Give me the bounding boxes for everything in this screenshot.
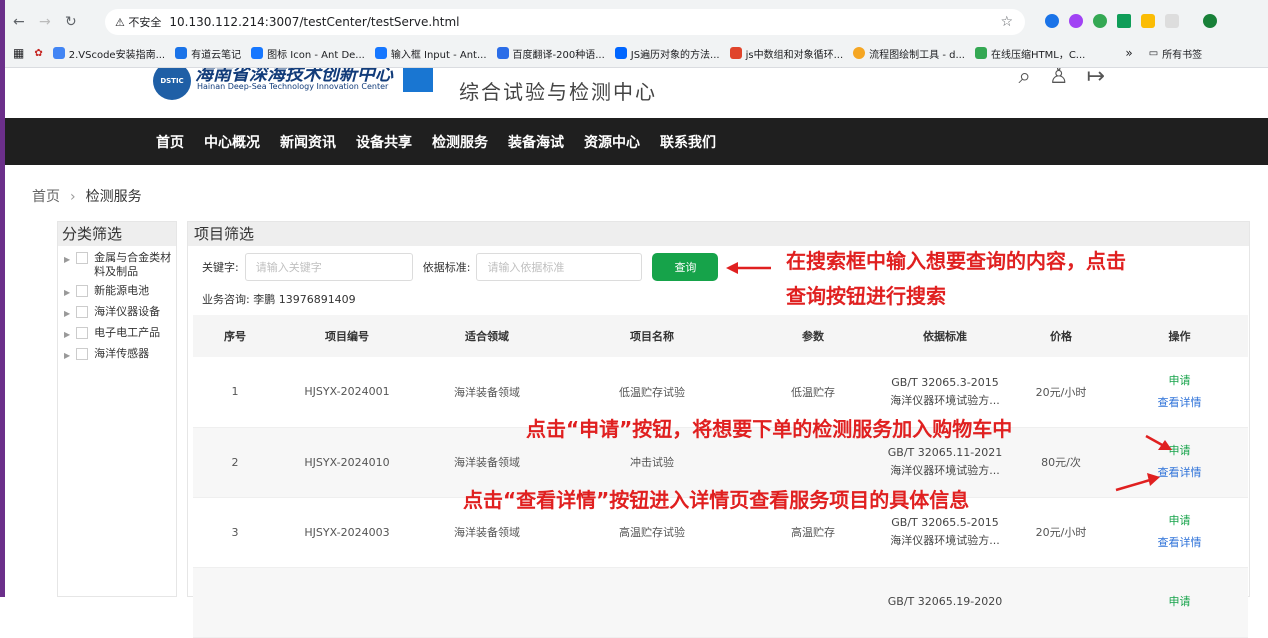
arrow-to-apply-icon — [1145, 434, 1172, 450]
annotation-arrows — [726, 262, 1172, 492]
arrow-to-query-icon — [726, 262, 771, 274]
arrow-to-detail-icon — [1115, 473, 1160, 492]
